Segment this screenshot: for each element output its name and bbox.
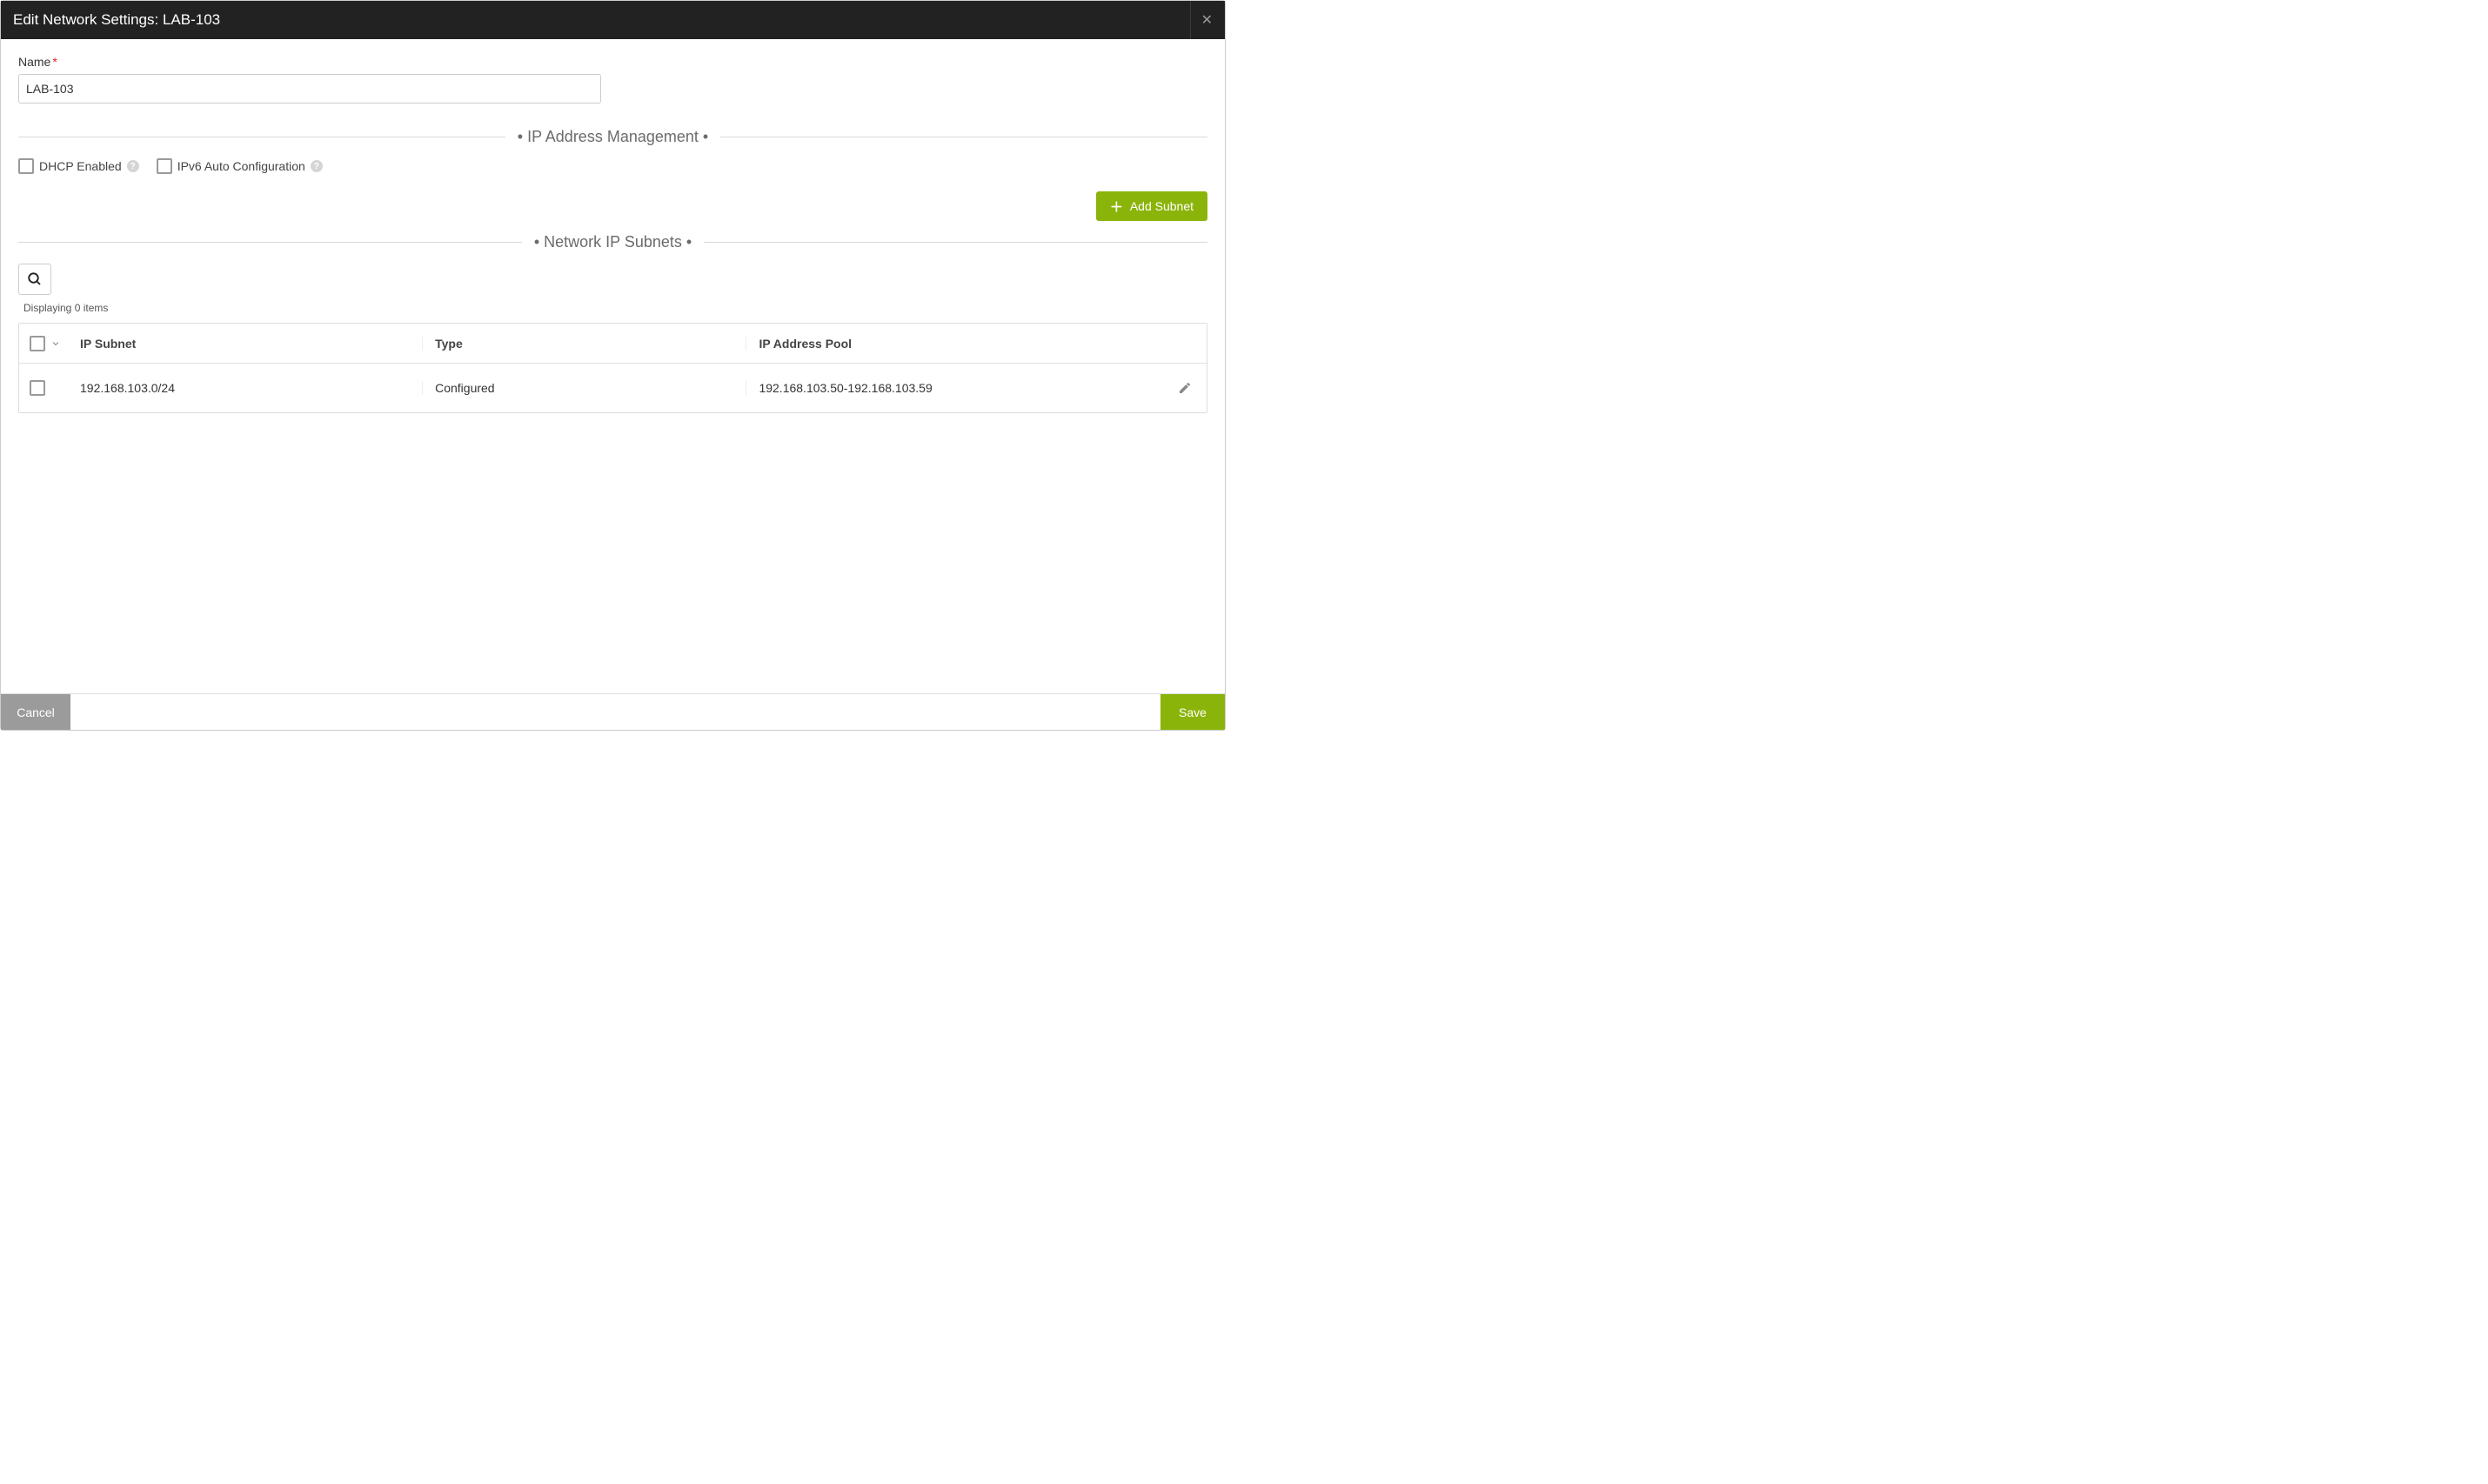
name-label-text: Name (18, 55, 50, 69)
close-area: ✕ (1190, 1, 1213, 39)
header-ip-subnet[interactable]: IP Subnet (71, 337, 422, 351)
modal-footer: Cancel Save (1, 693, 1225, 730)
divider-line (18, 242, 522, 243)
name-input[interactable] (18, 74, 601, 104)
section-ipam: • IP Address Management • (18, 128, 1207, 146)
help-icon[interactable]: ? (127, 160, 139, 172)
header-select-all (19, 336, 71, 351)
ipv6-auto-group: IPv6 Auto Configuration ? (157, 158, 323, 174)
cell-actions (1163, 381, 1207, 395)
help-icon[interactable]: ? (311, 160, 323, 172)
display-count: Displaying 0 items (18, 302, 1207, 314)
table-header: IP Subnet Type IP Address Pool (19, 324, 1207, 364)
header-divider (1190, 1, 1191, 39)
chevron-down-icon[interactable] (50, 338, 61, 349)
table-row[interactable]: 192.168.103.0/24 Configured 192.168.103.… (19, 364, 1207, 412)
ipv6-auto-label: IPv6 Auto Configuration (177, 159, 305, 173)
dhcp-enabled-group: DHCP Enabled ? (18, 158, 139, 174)
search-icon (27, 271, 43, 287)
save-button[interactable]: Save (1160, 694, 1225, 730)
cancel-button[interactable]: Cancel (1, 694, 70, 730)
header-ip-pool[interactable]: IP Address Pool (746, 337, 1163, 351)
add-subnet-row: ＋ Add Subnet (18, 191, 1207, 221)
modal-title: Edit Network Settings: LAB-103 (13, 11, 220, 29)
row-checkbox[interactable] (30, 380, 45, 396)
close-button[interactable]: ✕ (1201, 11, 1213, 29)
section-subnets: • Network IP Subnets • (18, 233, 1207, 251)
subnets-table: IP Subnet Type IP Address Pool 192.168.1… (18, 323, 1207, 413)
divider-line (704, 242, 1207, 243)
dhcp-enabled-checkbox[interactable] (18, 158, 34, 174)
section-ipam-label: • IP Address Management • (505, 128, 720, 146)
search-button[interactable] (18, 264, 51, 295)
cell-ip-pool: 192.168.103.50-192.168.103.59 (746, 381, 1163, 395)
edit-icon[interactable] (1178, 381, 1192, 395)
cell-type: Configured (422, 381, 746, 395)
modal-body: Name* • IP Address Management • DHCP Ena… (1, 39, 1225, 693)
section-subnets-label: • Network IP Subnets • (522, 233, 704, 251)
close-icon: ✕ (1201, 13, 1213, 28)
add-subnet-button[interactable]: ＋ Add Subnet (1096, 191, 1207, 221)
header-type[interactable]: Type (422, 337, 746, 351)
footer-spacer (70, 694, 1160, 730)
required-star-icon: * (52, 55, 57, 69)
add-subnet-label: Add Subnet (1130, 199, 1194, 213)
ipv6-auto-checkbox[interactable] (157, 158, 172, 174)
plus-icon: ＋ (1110, 197, 1123, 216)
select-all-checkbox[interactable] (30, 336, 45, 351)
name-label: Name* (18, 55, 1207, 69)
modal-header: Edit Network Settings: LAB-103 ✕ (1, 1, 1225, 39)
row-select-cell (19, 380, 71, 396)
cell-ip-subnet: 192.168.103.0/24 (71, 381, 422, 395)
checkbox-row: DHCP Enabled ? IPv6 Auto Configuration ? (18, 158, 1207, 174)
dhcp-enabled-label: DHCP Enabled (39, 159, 122, 173)
